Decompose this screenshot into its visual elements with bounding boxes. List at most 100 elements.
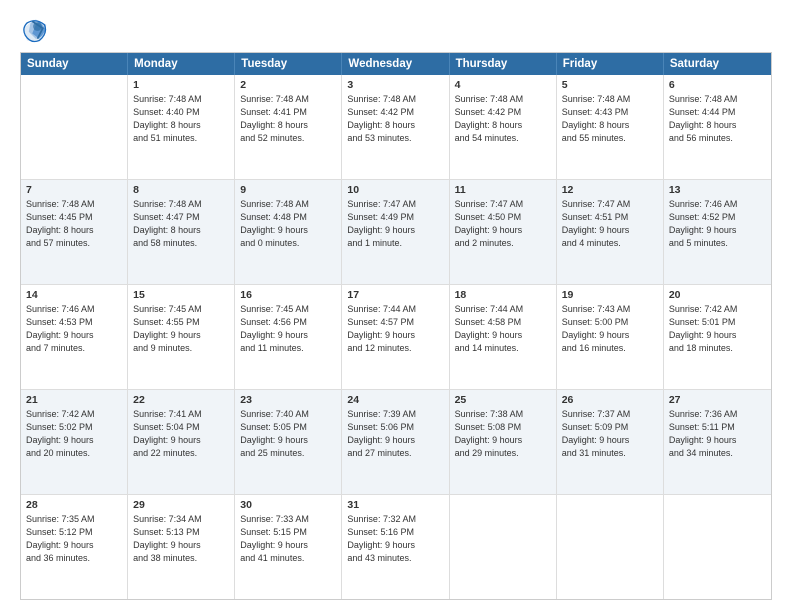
calendar: SundayMondayTuesdayWednesdayThursdayFrid…: [20, 52, 772, 600]
day-info: Sunrise: 7:34 AMSunset: 5:13 PMDaylight:…: [133, 513, 229, 565]
header-day-friday: Friday: [557, 53, 664, 75]
page: SundayMondayTuesdayWednesdayThursdayFrid…: [0, 0, 792, 612]
day-cell-31: 31 Sunrise: 7:32 AMSunset: 5:16 PMDayligh…: [342, 495, 449, 599]
day-number: 10: [347, 184, 443, 196]
day-number: 22: [133, 394, 229, 406]
day-info: Sunrise: 7:48 AMSunset: 4:47 PMDaylight:…: [133, 198, 229, 250]
calendar-header: SundayMondayTuesdayWednesdayThursdayFrid…: [21, 53, 771, 75]
day-cell-5: 5 Sunrise: 7:48 AMSunset: 4:43 PMDaylight…: [557, 75, 664, 179]
day-cell-18: 18 Sunrise: 7:44 AMSunset: 4:58 PMDayligh…: [450, 285, 557, 389]
header-day-saturday: Saturday: [664, 53, 771, 75]
day-info: Sunrise: 7:43 AMSunset: 5:00 PMDaylight:…: [562, 303, 658, 355]
day-info: Sunrise: 7:47 AMSunset: 4:50 PMDaylight:…: [455, 198, 551, 250]
day-info: Sunrise: 7:48 AMSunset: 4:44 PMDaylight:…: [669, 93, 766, 145]
day-info: Sunrise: 7:35 AMSunset: 5:12 PMDaylight:…: [26, 513, 122, 565]
day-info: Sunrise: 7:45 AMSunset: 4:55 PMDaylight:…: [133, 303, 229, 355]
day-number: 16: [240, 289, 336, 301]
day-cell-2: 2 Sunrise: 7:48 AMSunset: 4:41 PMDaylight…: [235, 75, 342, 179]
day-info: Sunrise: 7:48 AMSunset: 4:41 PMDaylight:…: [240, 93, 336, 145]
day-cell-8: 8 Sunrise: 7:48 AMSunset: 4:47 PMDaylight…: [128, 180, 235, 284]
empty-cell: [557, 495, 664, 599]
day-cell-27: 27 Sunrise: 7:36 AMSunset: 5:11 PMDayligh…: [664, 390, 771, 494]
day-number: 4: [455, 79, 551, 91]
day-number: 29: [133, 499, 229, 511]
header-day-wednesday: Wednesday: [342, 53, 449, 75]
header-day-sunday: Sunday: [21, 53, 128, 75]
day-number: 23: [240, 394, 336, 406]
day-number: 18: [455, 289, 551, 301]
day-cell-11: 11 Sunrise: 7:47 AMSunset: 4:50 PMDayligh…: [450, 180, 557, 284]
day-info: Sunrise: 7:47 AMSunset: 4:49 PMDaylight:…: [347, 198, 443, 250]
day-number: 21: [26, 394, 122, 406]
empty-cell: [21, 75, 128, 179]
week-row-1: 1 Sunrise: 7:48 AMSunset: 4:40 PMDaylight…: [21, 75, 771, 180]
day-info: Sunrise: 7:48 AMSunset: 4:40 PMDaylight:…: [133, 93, 229, 145]
day-cell-28: 28 Sunrise: 7:35 AMSunset: 5:12 PMDayligh…: [21, 495, 128, 599]
day-number: 20: [669, 289, 766, 301]
day-number: 31: [347, 499, 443, 511]
day-cell-12: 12Sunrise: 7:47 AMSunset: 4:51 PMDayligh…: [557, 180, 664, 284]
week-row-5: 28 Sunrise: 7:35 AMSunset: 5:12 PMDayligh…: [21, 495, 771, 599]
day-info: Sunrise: 7:48 AMSunset: 4:42 PMDaylight:…: [347, 93, 443, 145]
empty-cell: [450, 495, 557, 599]
day-number: 1: [133, 79, 229, 91]
logo: [20, 16, 52, 44]
day-info: Sunrise: 7:38 AMSunset: 5:08 PMDaylight:…: [455, 408, 551, 460]
day-info: Sunrise: 7:32 AMSunset: 5:16 PMDaylight:…: [347, 513, 443, 565]
day-number: 28: [26, 499, 122, 511]
day-info: Sunrise: 7:46 AMSunset: 4:53 PMDaylight:…: [26, 303, 122, 355]
day-cell-26: 26Sunrise: 7:37 AMSunset: 5:09 PMDayligh…: [557, 390, 664, 494]
day-info: Sunrise: 7:42 AMSunset: 5:01 PMDaylight:…: [669, 303, 766, 355]
day-info: Sunrise: 7:41 AMSunset: 5:04 PMDaylight:…: [133, 408, 229, 460]
day-info: Sunrise: 7:48 AMSunset: 4:43 PMDaylight:…: [562, 93, 658, 145]
calendar-body: 1 Sunrise: 7:48 AMSunset: 4:40 PMDaylight…: [21, 75, 771, 599]
header-day-tuesday: Tuesday: [235, 53, 342, 75]
day-number: 14: [26, 289, 122, 301]
day-cell-10: 10 Sunrise: 7:47 AMSunset: 4:49 PMDayligh…: [342, 180, 449, 284]
day-info: Sunrise: 7:44 AMSunset: 4:57 PMDaylight:…: [347, 303, 443, 355]
day-cell-30: 30Sunrise: 7:33 AMSunset: 5:15 PMDayligh…: [235, 495, 342, 599]
day-cell-23: 23Sunrise: 7:40 AMSunset: 5:05 PMDayligh…: [235, 390, 342, 494]
day-cell-15: 15 Sunrise: 7:45 AMSunset: 4:55 PMDayligh…: [128, 285, 235, 389]
day-info: Sunrise: 7:46 AMSunset: 4:52 PMDaylight:…: [669, 198, 766, 250]
day-info: Sunrise: 7:44 AMSunset: 4:58 PMDaylight:…: [455, 303, 551, 355]
day-cell-1: 1 Sunrise: 7:48 AMSunset: 4:40 PMDaylight…: [128, 75, 235, 179]
day-info: Sunrise: 7:48 AMSunset: 4:48 PMDaylight:…: [240, 198, 336, 250]
day-cell-29: 29 Sunrise: 7:34 AMSunset: 5:13 PMDayligh…: [128, 495, 235, 599]
week-row-4: 21Sunrise: 7:42 AMSunset: 5:02 PMDayligh…: [21, 390, 771, 495]
day-cell-20: 20 Sunrise: 7:42 AMSunset: 5:01 PMDayligh…: [664, 285, 771, 389]
day-cell-13: 13Sunrise: 7:46 AMSunset: 4:52 PMDayligh…: [664, 180, 771, 284]
week-row-3: 14 Sunrise: 7:46 AMSunset: 4:53 PMDayligh…: [21, 285, 771, 390]
day-info: Sunrise: 7:33 AMSunset: 5:15 PMDaylight:…: [240, 513, 336, 565]
day-number: 7: [26, 184, 122, 196]
day-cell-6: 6Sunrise: 7:48 AMSunset: 4:44 PMDaylight…: [664, 75, 771, 179]
day-number: 5: [562, 79, 658, 91]
header: [20, 16, 772, 44]
day-info: Sunrise: 7:48 AMSunset: 4:45 PMDaylight:…: [26, 198, 122, 250]
logo-icon: [20, 16, 48, 44]
day-cell-17: 17 Sunrise: 7:44 AMSunset: 4:57 PMDayligh…: [342, 285, 449, 389]
day-number: 24: [347, 394, 443, 406]
day-number: 27: [669, 394, 766, 406]
day-number: 3: [347, 79, 443, 91]
day-number: 11: [455, 184, 551, 196]
day-info: Sunrise: 7:47 AMSunset: 4:51 PMDaylight:…: [562, 198, 658, 250]
week-row-2: 7 Sunrise: 7:48 AMSunset: 4:45 PMDaylight…: [21, 180, 771, 285]
header-day-monday: Monday: [128, 53, 235, 75]
day-cell-21: 21Sunrise: 7:42 AMSunset: 5:02 PMDayligh…: [21, 390, 128, 494]
day-cell-9: 9 Sunrise: 7:48 AMSunset: 4:48 PMDaylight…: [235, 180, 342, 284]
day-number: 19: [562, 289, 658, 301]
day-cell-7: 7 Sunrise: 7:48 AMSunset: 4:45 PMDaylight…: [21, 180, 128, 284]
day-info: Sunrise: 7:45 AMSunset: 4:56 PMDaylight:…: [240, 303, 336, 355]
empty-cell: [664, 495, 771, 599]
day-info: Sunrise: 7:36 AMSunset: 5:11 PMDaylight:…: [669, 408, 766, 460]
day-number: 15: [133, 289, 229, 301]
day-number: 17: [347, 289, 443, 301]
day-number: 2: [240, 79, 336, 91]
day-cell-4: 4Sunrise: 7:48 AMSunset: 4:42 PMDaylight…: [450, 75, 557, 179]
day-cell-3: 3 Sunrise: 7:48 AMSunset: 4:42 PMDaylight…: [342, 75, 449, 179]
day-number: 25: [455, 394, 551, 406]
day-number: 8: [133, 184, 229, 196]
day-number: 9: [240, 184, 336, 196]
day-cell-24: 24Sunrise: 7:39 AMSunset: 5:06 PMDayligh…: [342, 390, 449, 494]
